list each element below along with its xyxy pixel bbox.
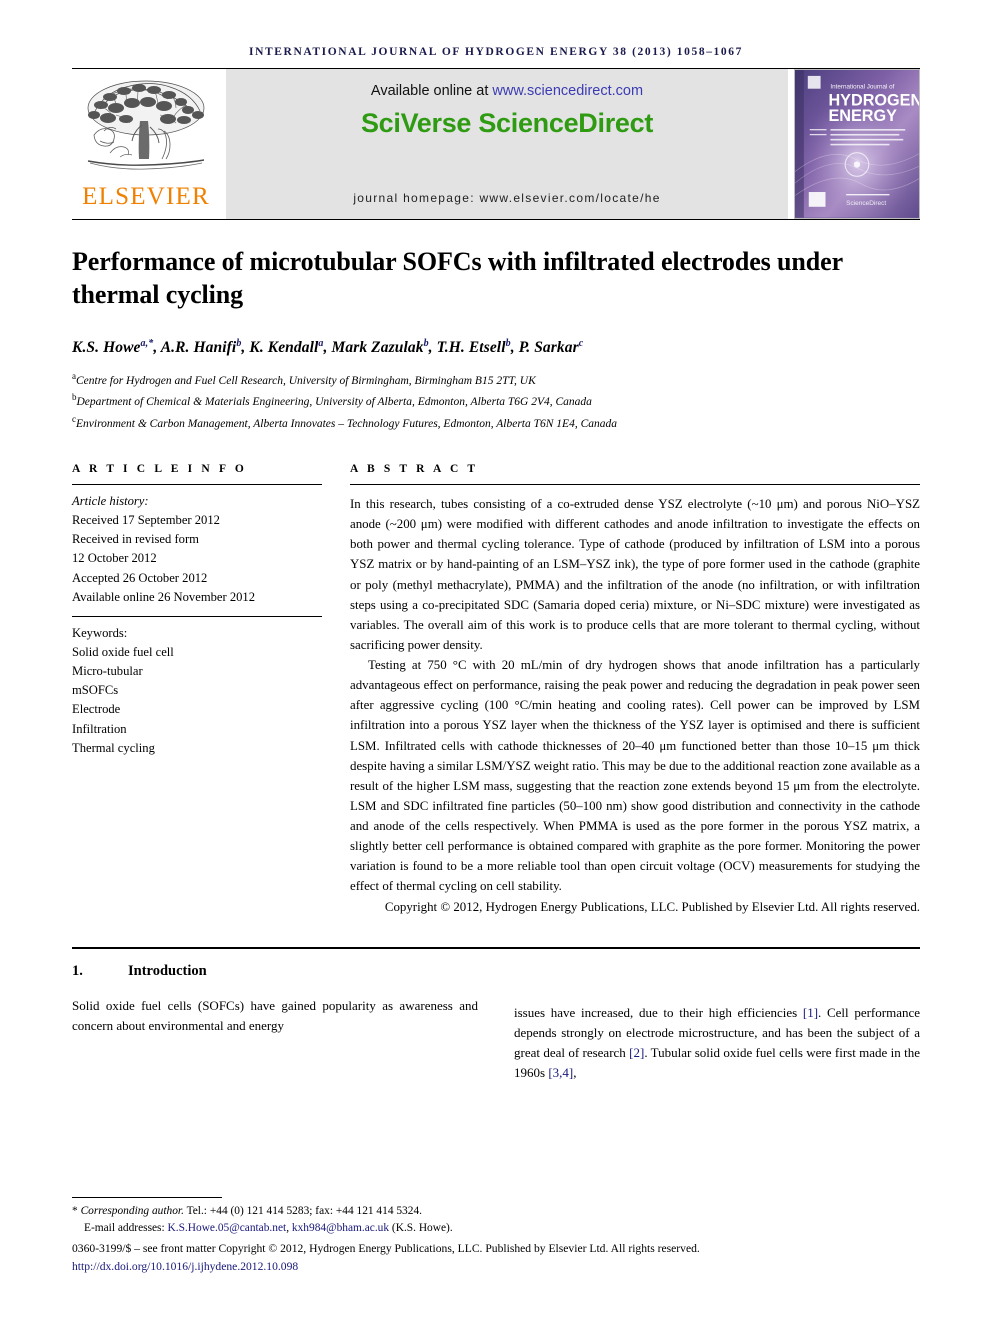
elsevier-tree-icon xyxy=(87,80,205,170)
author-1: A.R. Hanifib xyxy=(160,337,242,356)
intro-right-seg-1: issues have increased, due to their high… xyxy=(514,1004,803,1020)
page-title: Performance of microtubular SOFCs with i… xyxy=(72,247,843,309)
column-gutter xyxy=(322,463,350,917)
abstract-heading: A B S T R A C T xyxy=(350,463,479,476)
sciencedirect-url[interactable]: www.sciencedirect.com xyxy=(492,83,643,99)
affiliation-0: aCentre for Hydrogen and Fuel Cell Resea… xyxy=(72,370,536,387)
author-mark-1: b xyxy=(236,337,242,349)
affiliation-list: aCentre for Hydrogen and Fuel Cell Resea… xyxy=(72,369,920,433)
keyword-3: Electrode xyxy=(72,702,121,717)
section-title: Introduction xyxy=(128,962,207,979)
journal-cover-art: International Journal of HYDROGEN ENERGY… xyxy=(795,70,919,218)
abstract-column: A B S T R A C T In this research, tubes … xyxy=(350,463,920,917)
history-item-3: Accepted 26 October 2012 xyxy=(72,570,208,585)
corresponding-author-note: * Corresponding author. Tel.: +44 (0) 12… xyxy=(72,1203,920,1220)
masthead: ELSEVIER Available online at www.science… xyxy=(72,69,920,219)
author-mark-5: c xyxy=(578,337,584,349)
corresponding-author-label: Corresponding author. xyxy=(80,1205,184,1217)
body-gutter xyxy=(478,963,514,1084)
issn-copyright-line: 0360-3199/$ – see front matter Copyright… xyxy=(72,1242,700,1256)
journal-homepage-line[interactable]: journal homepage: www.elsevier.com/locat… xyxy=(226,191,788,205)
article-history-block: Article history: Received 17 September 2… xyxy=(72,485,322,607)
author-3: Mark Zazulakb xyxy=(331,337,429,356)
citation-1[interactable]: [1] xyxy=(803,1005,818,1020)
page-footer: * Corresponding author. Tel.: +44 (0) 12… xyxy=(72,1197,920,1275)
sciencedirect-banner: Available online at www.sciencedirect.co… xyxy=(226,69,788,219)
history-item-1: Received in revised form xyxy=(72,532,199,547)
intro-right-seg-4: , xyxy=(573,1065,577,1081)
history-item-2: 12 October 2012 xyxy=(72,551,157,566)
running-head: INTERNATIONAL JOURNAL OF HYDROGEN ENERGY… xyxy=(249,46,743,58)
author-mark-0: a,* xyxy=(140,337,154,349)
body-column-left: 1. Introduction Solid oxide fuel cells (… xyxy=(72,963,478,1084)
keyword-4: Infiltration xyxy=(72,721,127,736)
section-number: 1. xyxy=(72,962,83,979)
keyword-5: Thermal cycling xyxy=(72,740,155,755)
body-columns: 1. Introduction Solid oxide fuel cells (… xyxy=(72,949,920,1084)
svg-text:ScienceDirect: ScienceDirect xyxy=(846,200,886,207)
elsevier-logo: ELSEVIER xyxy=(72,69,220,219)
email-owner: (K.S. Howe). xyxy=(389,1222,453,1235)
email-label: E-mail addresses: xyxy=(84,1222,168,1235)
keyword-2: mSOFCs xyxy=(72,683,119,698)
paper-page: INTERNATIONAL JOURNAL OF HYDROGEN ENERGY… xyxy=(0,0,992,1323)
footnote-asterisk: * xyxy=(72,1205,78,1217)
abstract-copyright: Copyright © 2012, Hydrogen Energy Public… xyxy=(384,899,920,914)
author-0: K.S. Howea,* xyxy=(72,337,154,356)
svg-text:ENERGY: ENERGY xyxy=(828,107,897,125)
body-column-right: issues have increased, due to their high… xyxy=(514,963,920,1084)
author-mark-4: b xyxy=(505,337,511,349)
abstract-paragraph-0: In this research, tubes consisting of a … xyxy=(350,497,920,652)
author-2: K. Kendalla xyxy=(249,337,324,356)
abstract-body: In this research, tubes consisting of a … xyxy=(350,485,920,917)
author-5: P. Sarkarc xyxy=(518,337,584,356)
article-info-column: A R T I C L E I N F O Article history: R… xyxy=(72,463,322,917)
article-info-heading: A R T I C L E I N F O xyxy=(72,463,247,476)
corresponding-author-contact: Tel.: +44 (0) 121 414 5283; fax: +44 121… xyxy=(183,1205,422,1217)
footnote-divider xyxy=(72,1197,222,1198)
affiliation-2: cEnvironment & Carbon Management, Albert… xyxy=(72,413,617,430)
author-4: T.H. Etsellb xyxy=(436,337,511,356)
history-item-4: Available online 26 November 2012 xyxy=(72,589,256,604)
author-mark-3: b xyxy=(423,337,429,349)
affiliation-1: bDepartment of Chemical & Materials Engi… xyxy=(72,392,592,408)
email-note: E-mail addresses: K.S.Howe.05@cantab.net… xyxy=(72,1220,920,1237)
section-heading-introduction: 1. Introduction xyxy=(72,963,478,980)
sciverse-sciencedirect-wordmark: SciVerse ScienceDirect xyxy=(360,108,654,138)
intro-paragraph-right: issues have increased, due to their high… xyxy=(514,1003,920,1084)
body-text-right: issues have increased, due to their high… xyxy=(514,963,920,1084)
body-text-left: Solid oxide fuel cells (SOFCs) have gain… xyxy=(72,996,478,1036)
intro-paragraph-left: Solid oxide fuel cells (SOFCs) have gain… xyxy=(72,997,478,1033)
keyword-0: Solid oxide fuel cell xyxy=(72,645,174,659)
keywords-block: Keywords: Solid oxide fuel cell Micro-tu… xyxy=(72,617,322,758)
keyword-1: Micro-tubular xyxy=(72,664,143,679)
elsevier-wordmark: ELSEVIER xyxy=(82,183,210,210)
journal-cover-thumbnail: International Journal of HYDROGEN ENERGY… xyxy=(794,69,920,219)
info-abstract-region: A R T I C L E I N F O Article history: R… xyxy=(72,463,920,917)
author-mark-2: a xyxy=(318,337,324,349)
abstract-paragraph-1: Testing at 750 °C with 20 mL/min of dry … xyxy=(350,658,920,894)
svg-text:International Journal of: International Journal of xyxy=(830,84,894,91)
author-list: K.S. Howea,*, A.R. Hanifib, K. Kendalla,… xyxy=(72,337,584,356)
available-online-prefix: Available online at xyxy=(370,83,493,99)
header-divider-bottom xyxy=(72,219,920,220)
history-item-0: Received 17 September 2012 xyxy=(72,513,220,528)
email-link-1[interactable]: K.S.Howe.05@cantab.net xyxy=(168,1222,287,1234)
doi-link[interactable]: http://dx.doi.org/10.1016/j.ijhydene.201… xyxy=(72,1258,920,1275)
email-link-2[interactable]: kxh984@bham.ac.uk xyxy=(292,1222,389,1234)
article-history-title: Article history: xyxy=(72,494,149,509)
keywords-title: Keywords: xyxy=(72,625,128,640)
citation-3[interactable]: [3,4] xyxy=(548,1065,573,1080)
citation-2[interactable]: [2] xyxy=(629,1045,644,1060)
available-online-line: Available online at www.sciencedirect.co… xyxy=(371,83,643,99)
